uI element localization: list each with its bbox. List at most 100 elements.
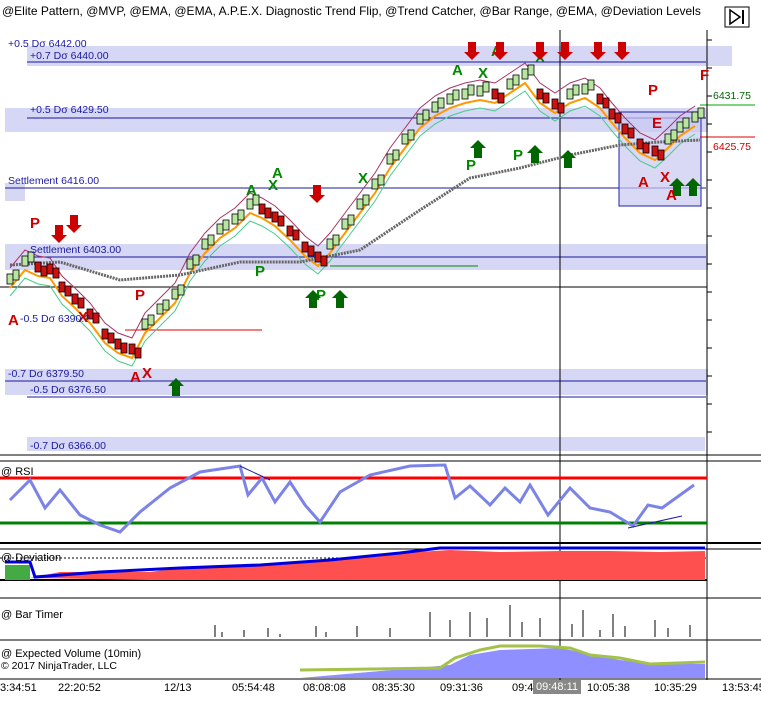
- sell-arrow: [51, 225, 67, 243]
- level-label-m05-6390: -0.5 Dσ 6390.?: [20, 313, 91, 325]
- crosshair-time-label: 09:48:11: [533, 680, 582, 694]
- copyright: © 2017 NinjaTrader, LLC: [1, 660, 117, 672]
- price-bar: [147, 314, 155, 326]
- price-bar: [621, 123, 629, 135]
- level-label-settlement-6403: Settlement 6403.00: [30, 244, 122, 256]
- x-tick: 10:35:29: [654, 682, 697, 694]
- price-bar: [506, 78, 514, 90]
- price-bar: [587, 79, 595, 91]
- indicator-title: @Elite Pattern, @MVP, @EMA, @EMA, A.P.E.…: [2, 4, 701, 18]
- price-bar: [271, 211, 279, 223]
- price-bar: [491, 88, 499, 100]
- price-bar: [566, 88, 574, 100]
- price-bar: [697, 107, 705, 119]
- price-bar: [141, 318, 149, 330]
- price-bar: [527, 64, 535, 76]
- panel-label-deviation: @ Deviation: [1, 552, 62, 564]
- price-bar: [237, 209, 245, 221]
- signal-p: P: [30, 215, 40, 232]
- price-bar: [557, 102, 565, 114]
- price-bar: [341, 218, 349, 230]
- ema-maroon: [9, 62, 696, 339]
- signal-p: P: [648, 82, 658, 99]
- price-bar: [292, 229, 300, 241]
- price-bar: [46, 263, 54, 275]
- deviation-fill-green: [5, 565, 30, 580]
- play-pause-icon[interactable]: [724, 6, 750, 28]
- price-bar: [664, 133, 672, 145]
- price-bar: [92, 312, 100, 324]
- trend-catcher-green: [9, 90, 696, 367]
- price-bar: [437, 97, 445, 109]
- level-label-p05-6442: +0.5 Dσ 6442.00: [8, 38, 87, 50]
- price-bar: [452, 89, 460, 101]
- price-bar: [596, 93, 604, 105]
- signal-x: X: [358, 170, 368, 187]
- price-bar: [77, 297, 85, 309]
- price-bar: [642, 142, 650, 154]
- price-bar: [676, 121, 684, 133]
- signal-a: A: [130, 369, 141, 386]
- price-bar: [40, 265, 48, 277]
- panel-label-bar-timer: @ Bar Timer: [1, 609, 63, 621]
- price-bar: [407, 129, 415, 141]
- price-bar: [307, 245, 315, 257]
- level-band: [27, 437, 705, 451]
- price-bar: [114, 338, 122, 350]
- price-bar: [177, 284, 185, 296]
- price-bar: [52, 267, 60, 279]
- price-marker-upper: 6431.75: [713, 90, 751, 102]
- price-marker-lower: 6425.75: [713, 141, 751, 153]
- price-bar: [216, 223, 224, 235]
- price-bar: [461, 88, 469, 100]
- price-bar: [467, 84, 475, 96]
- signal-p: P: [513, 147, 523, 164]
- price-bar: [258, 203, 266, 215]
- signal-x: X: [478, 65, 488, 82]
- price-bar: [286, 225, 294, 237]
- signal-x: X: [660, 169, 670, 186]
- level-band: [5, 369, 708, 395]
- price-bar: [627, 127, 635, 139]
- price-bar: [12, 269, 20, 281]
- price-bar: [134, 347, 142, 359]
- signal-a: A: [452, 62, 463, 79]
- x-tick: 05:54:48: [232, 682, 275, 694]
- price-bar: [636, 138, 644, 150]
- signal-f: F: [700, 67, 709, 84]
- price-bar: [422, 109, 430, 121]
- price-bar: [670, 129, 678, 141]
- price-bar: [476, 85, 484, 97]
- price-bar: [201, 238, 209, 250]
- price-bar: [314, 251, 322, 263]
- price-bar: [222, 219, 230, 231]
- signal-x: X: [142, 365, 152, 382]
- price-bar: [416, 113, 424, 125]
- x-tick: 10:05:38: [587, 682, 630, 694]
- price-bar: [107, 332, 115, 344]
- price-bar: [682, 117, 690, 129]
- signal-a: A: [272, 165, 283, 182]
- signal-e: E: [652, 115, 662, 132]
- level-band: [27, 46, 732, 66]
- level-label-m07-6379: -0.7 Dσ 6379.50: [8, 368, 84, 380]
- level-label-m05-6376: -0.5 Dσ 6376.50: [30, 384, 106, 396]
- buy-arrow: [527, 145, 543, 163]
- price-bar: [497, 92, 505, 104]
- sell-arrow: [66, 215, 82, 233]
- price-bar: [326, 238, 334, 250]
- price-bar: [521, 68, 529, 80]
- chart-canvas[interactable]: APXAXPAXAPPXAXAPPXPEAXAF: [0, 0, 761, 704]
- signal-a: A: [246, 182, 257, 199]
- x-tick: 22:20:52: [58, 682, 101, 694]
- price-bar: [581, 83, 589, 95]
- price-bar: [21, 255, 29, 267]
- x-tick: 09:4: [512, 682, 534, 694]
- price-bar: [572, 84, 580, 96]
- price-bar: [34, 261, 42, 273]
- price-bar: [602, 97, 610, 109]
- price-bar: [231, 213, 239, 225]
- price-bar: [264, 207, 272, 219]
- price-bar: [401, 133, 409, 145]
- price-bar: [551, 98, 559, 110]
